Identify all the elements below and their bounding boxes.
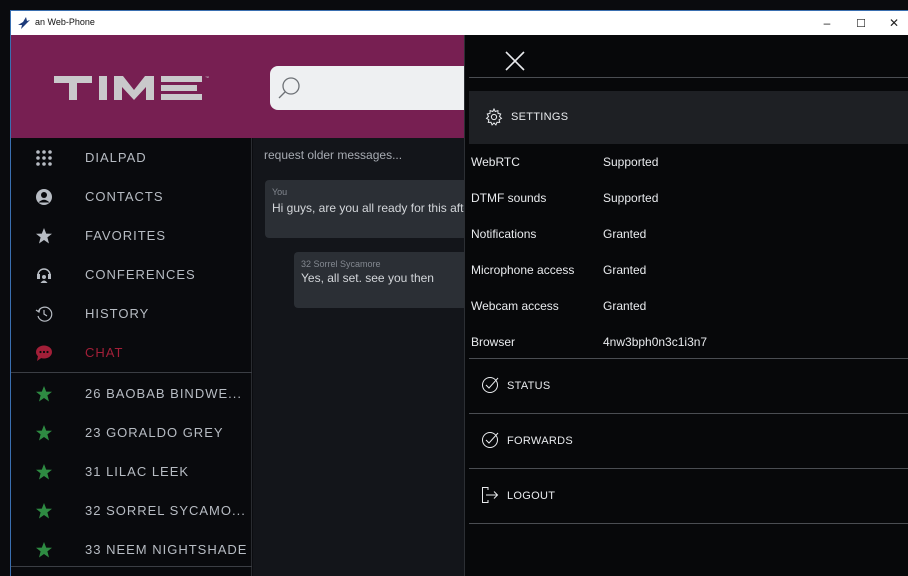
status-menu-item[interactable]: STATUS xyxy=(465,359,908,413)
maximize-button[interactable]: ☐ xyxy=(844,11,878,35)
favorite-star-icon xyxy=(36,503,52,519)
sidebar-item-contacts[interactable]: CONTACTS xyxy=(11,177,252,216)
favorite-contact-label: 23 GORALDO GREY xyxy=(85,425,224,440)
sidebar-item-label: FAVORITES xyxy=(85,228,166,243)
setting-name: Notifications xyxy=(471,227,537,241)
sidebar-item-label: CONTACTS xyxy=(85,189,164,204)
favorite-star-icon xyxy=(36,425,52,441)
minimize-button[interactable]: – xyxy=(810,11,844,35)
status-label: STATUS xyxy=(507,380,551,392)
favorite-contact-item[interactable]: 32 SORREL SYCAMO... xyxy=(11,491,252,530)
dialpad-icon xyxy=(36,150,52,166)
favorite-star-icon xyxy=(36,464,52,480)
bird-logo-icon xyxy=(18,17,30,29)
settings-section-header[interactable]: SETTINGS xyxy=(469,91,908,144)
setting-value: Granted xyxy=(603,227,647,241)
check-circle-icon xyxy=(482,432,499,448)
time-logo: ™ xyxy=(54,75,209,100)
brand-header: ™ xyxy=(11,35,464,138)
setting-name: DTMF sounds xyxy=(471,191,547,205)
favorite-contact-label: 26 BAOBAB BINDWE... xyxy=(85,386,242,401)
message-author: You xyxy=(272,187,288,197)
request-older-messages-link[interactable]: request older messages... xyxy=(264,148,402,162)
setting-value: Granted xyxy=(603,263,647,277)
favorite-star-icon xyxy=(36,386,52,402)
sidebar-item-chat[interactable]: CHAT xyxy=(11,333,252,372)
favorite-contact-label: 33 NEEM NIGHTSHADE xyxy=(85,542,248,557)
forwards-menu-item[interactable]: FORWARDS xyxy=(465,414,908,468)
sidebar-item-label: CONFERENCES xyxy=(85,267,196,282)
logout-label: LOGOUT xyxy=(507,490,556,502)
search-input[interactable] xyxy=(270,66,464,110)
sidebar-divider xyxy=(11,372,252,373)
setting-value: Supported xyxy=(603,191,659,205)
panel-divider xyxy=(469,77,908,78)
sidebar-divider xyxy=(11,566,252,567)
setting-name: Browser xyxy=(471,335,516,349)
panel-divider xyxy=(469,523,908,524)
app-window: an Web-Phone – ☐ ✕ ™ DIALPAD CONTACTS FA… xyxy=(10,10,908,576)
chat-message: You Hi guys, are you all ready for this … xyxy=(265,180,464,238)
sidebar-item-dialpad[interactable]: DIALPAD xyxy=(11,138,252,177)
chat-pane: request older messages... You Hi guys, a… xyxy=(253,138,464,576)
favorite-contact-label: 31 LILAC LEEK xyxy=(85,464,190,479)
message-text: Yes, all set. see you then xyxy=(301,271,434,285)
sidebar-item-conferences[interactable]: CONFERENCES xyxy=(11,255,252,294)
favorite-contact-item[interactable]: 26 BAOBAB BINDWE... xyxy=(11,374,252,413)
setting-value: 4nw3bph0n3c1i3n7 xyxy=(603,335,708,349)
message-author: 32 Sorrel Sycamore xyxy=(301,259,381,269)
sidebar-item-label: CHAT xyxy=(85,345,124,360)
favorite-contact-item[interactable]: 33 NEEM NIGHTSHADE xyxy=(11,530,252,569)
setting-value: Granted xyxy=(603,299,647,313)
setting-name: Microphone access xyxy=(471,263,575,277)
conference-icon xyxy=(37,268,51,283)
star-icon xyxy=(36,228,52,244)
close-icon[interactable] xyxy=(505,51,525,71)
setting-value: Supported xyxy=(603,155,659,169)
favorite-star-icon xyxy=(36,542,52,558)
logout-menu-item[interactable]: LOGOUT xyxy=(465,469,908,523)
settings-panel: SETTINGS WebRTC Supported DTMF sounds Su… xyxy=(464,35,908,576)
message-text: Hi guys, are you all ready for this afte xyxy=(272,201,464,215)
setting-name: WebRTC xyxy=(471,155,520,169)
sidebar-item-favorites[interactable]: FAVORITES xyxy=(11,216,252,255)
logout-icon xyxy=(482,487,499,503)
chat-message: 32 Sorrel Sycamore Yes, all set. see you… xyxy=(294,252,464,308)
search-icon xyxy=(278,77,300,99)
contact-icon xyxy=(36,189,52,205)
favorite-contact-item[interactable]: 23 GORALDO GREY xyxy=(11,413,252,452)
title-bar: an Web-Phone – ☐ ✕ xyxy=(11,11,908,35)
gear-icon xyxy=(485,108,503,126)
favorite-contact-item[interactable]: 31 LILAC LEEK xyxy=(11,452,252,491)
sidebar: DIALPAD CONTACTS FAVORITES CONFERENCES H… xyxy=(11,138,252,576)
setting-name: Webcam access xyxy=(471,299,559,313)
forwards-label: FORWARDS xyxy=(507,435,573,447)
chat-icon xyxy=(36,345,52,361)
check-circle-icon xyxy=(482,377,499,393)
svg-text:™: ™ xyxy=(205,75,209,80)
settings-label: SETTINGS xyxy=(511,111,569,123)
sidebar-item-history[interactable]: HISTORY xyxy=(11,294,252,333)
sidebar-item-label: HISTORY xyxy=(85,306,150,321)
favorite-contact-label: 32 SORREL SYCAMO... xyxy=(85,503,246,518)
window-title: an Web-Phone xyxy=(35,17,95,27)
window-close-button[interactable]: ✕ xyxy=(877,11,908,35)
history-icon xyxy=(35,306,53,322)
sidebar-item-label: DIALPAD xyxy=(85,150,147,165)
